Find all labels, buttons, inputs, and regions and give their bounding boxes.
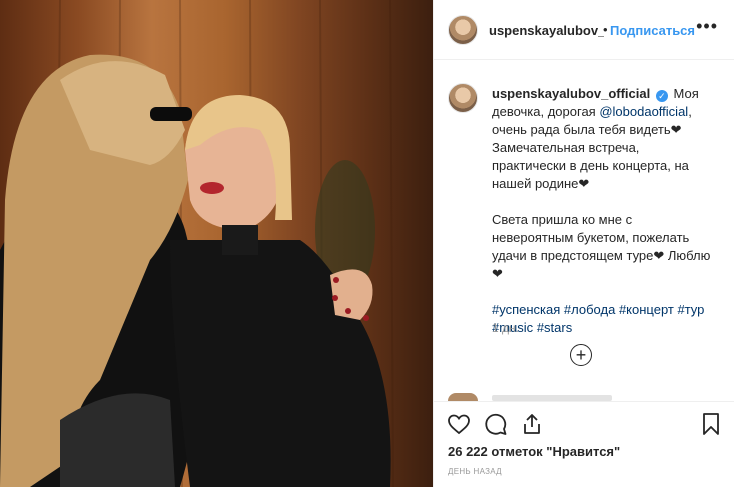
author-username[interactable]: uspenskayalubov_official bbox=[489, 23, 604, 38]
hashtag-link[interactable]: #лобода bbox=[564, 302, 615, 317]
post-side-panel: uspenskayalubov_official • Подписаться •… bbox=[433, 0, 734, 487]
hashtag-link[interactable]: #успенская bbox=[492, 302, 560, 317]
hashtag-link[interactable]: #stars bbox=[537, 320, 572, 335]
comments-area[interactable]: uspenskayalubov_official ✓ Моя девочка, … bbox=[434, 61, 734, 391]
more-horizontal-icon[interactable]: ••• bbox=[696, 16, 718, 37]
bookmark-icon[interactable] bbox=[699, 412, 723, 436]
photo-illustration bbox=[0, 0, 394, 487]
caption-paragraph-2: Света пришла ко мне с невероятным букето… bbox=[492, 212, 711, 281]
caption-paragraph-1: uspenskayalubov_official ✓ Моя девочка, … bbox=[492, 85, 712, 193]
post-date[interactable]: день назад bbox=[448, 467, 502, 476]
plus-circle-icon[interactable]: + bbox=[570, 344, 592, 366]
heart-icon[interactable] bbox=[447, 412, 471, 436]
caption-timestamp[interactable]: 1 дн. bbox=[492, 321, 519, 335]
verified-badge-icon: ✓ bbox=[655, 90, 668, 102]
author-avatar[interactable] bbox=[448, 15, 478, 45]
mention-link[interactable]: @lobodaofficial bbox=[599, 104, 688, 119]
likes-count[interactable]: 26 222 отметок "Нравится" bbox=[448, 444, 620, 459]
post-header: uspenskayalubov_official • Подписаться •… bbox=[434, 0, 734, 60]
caption-author-avatar[interactable] bbox=[448, 83, 478, 113]
hashtag-list: #успенская #лобода #концерт #тур #music … bbox=[492, 301, 712, 337]
share-icon[interactable] bbox=[520, 412, 544, 436]
post-photo[interactable] bbox=[0, 0, 433, 487]
hashtag-link[interactable]: #концерт bbox=[619, 302, 674, 317]
post-caption: uspenskayalubov_official ✓ Моя девочка, … bbox=[492, 85, 712, 337]
caption-username[interactable]: uspenskayalubov_official bbox=[492, 86, 650, 101]
post-actions: 26 222 отметок "Нравится" день назад bbox=[434, 401, 734, 487]
next-comment-avatar bbox=[448, 393, 478, 401]
comment-icon[interactable] bbox=[484, 412, 508, 436]
follow-button[interactable]: Подписаться bbox=[610, 23, 695, 38]
hashtag-link[interactable]: #тур bbox=[677, 302, 704, 317]
header-separator: • bbox=[603, 22, 608, 37]
